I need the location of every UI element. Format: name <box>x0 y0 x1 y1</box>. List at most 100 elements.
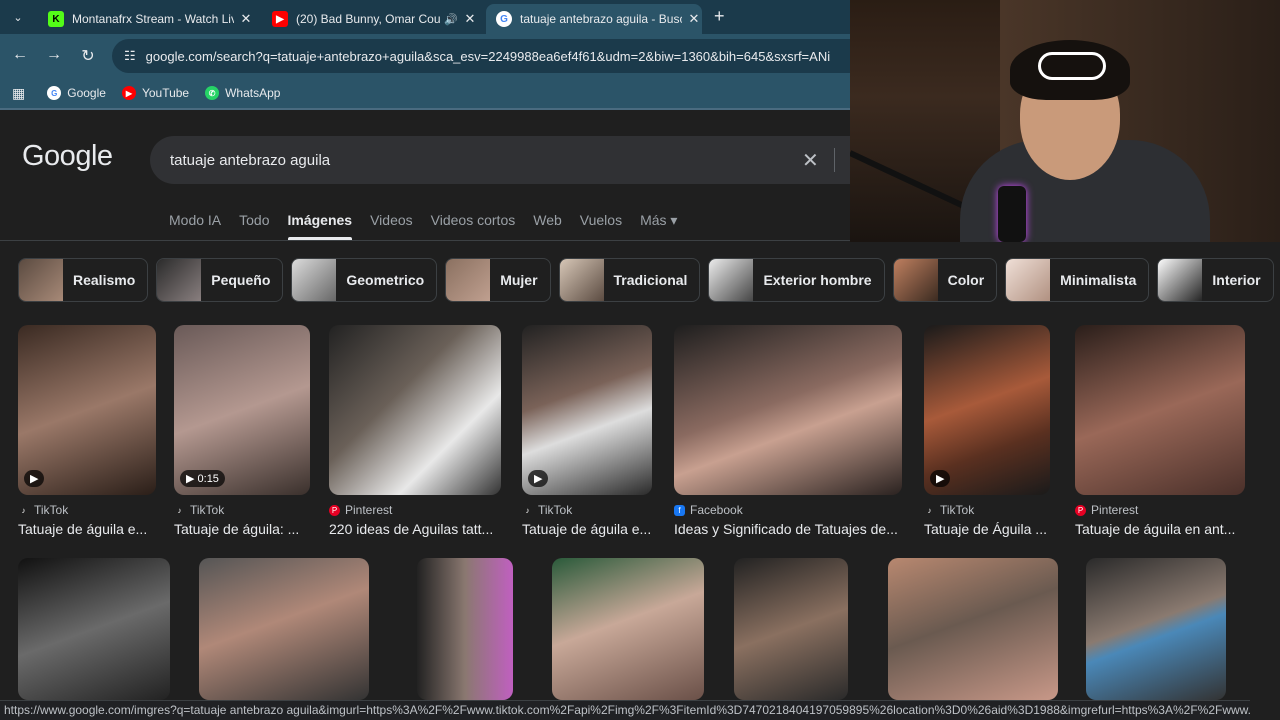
result-card[interactable]: ▶ 0:15 ♪ TikTok Tatuaje de águila: ... <box>174 325 310 537</box>
chip-interior[interactable]: Interior <box>1157 258 1274 302</box>
new-tab-icon[interactable]: + <box>714 6 725 27</box>
close-icon[interactable]: ✕ <box>686 11 702 27</box>
chip-label: Realismo <box>73 272 136 288</box>
result-image[interactable] <box>888 558 1058 700</box>
result-title[interactable]: Tatuaje de águila e... <box>522 521 652 537</box>
speaker-icon[interactable]: 🔊 <box>444 13 458 26</box>
result-image[interactable] <box>417 558 513 700</box>
tiktok-icon: ♪ <box>927 505 932 515</box>
tab-montanafrx[interactable]: K Montanafrx Stream - Watch Live ✕ <box>38 4 254 34</box>
divider <box>0 108 850 110</box>
result-source: P Pinterest <box>329 503 501 517</box>
chip-geometrico[interactable]: Geometrico <box>291 258 438 302</box>
bookmark-label: YouTube <box>141 86 190 100</box>
tiktok-icon: ♪ <box>525 505 530 515</box>
tab-mas[interactable]: Más ▾ <box>640 212 677 229</box>
sunglasses-icon <box>1038 52 1106 80</box>
close-icon[interactable]: ✕ <box>462 11 478 27</box>
back-icon[interactable]: ← <box>10 46 30 64</box>
whatsapp-icon: ✆ <box>205 86 220 100</box>
result-image[interactable] <box>1086 558 1226 700</box>
mic-arm <box>850 150 970 211</box>
search-input[interactable]: tatuaje antebrazo aguila ✕ <box>150 136 850 184</box>
site-info-icon[interactable]: ☷ <box>124 48 136 64</box>
result-source: f Facebook <box>674 503 902 517</box>
clear-icon[interactable]: ✕ <box>802 148 819 173</box>
url-text: google.com/search?q=tatuaje+antebrazo+ag… <box>145 48 831 64</box>
tab-videos[interactable]: Videos <box>370 212 413 229</box>
youtube-icon: ▶ <box>272 11 288 27</box>
result-title[interactable]: Tatuaje de águila e... <box>18 521 156 537</box>
forward-icon[interactable]: → <box>44 46 64 64</box>
bookmark-google[interactable]: G Google <box>47 86 106 100</box>
result-image[interactable] <box>734 558 848 700</box>
result-image[interactable] <box>329 325 501 495</box>
google-logo[interactable]: Google <box>22 140 113 173</box>
chip-thumbnail <box>559 259 604 301</box>
play-icon: ▶ 0:15 <box>180 470 225 487</box>
result-card[interactable]: P Pinterest 220 ideas de Aguilas tatt... <box>329 325 501 537</box>
tab-web[interactable]: Web <box>533 212 562 229</box>
result-source: ♪ TikTok <box>924 503 1050 517</box>
result-card[interactable]: ▶ ♪ TikTok Tatuaje de águila e... <box>522 325 652 537</box>
result-image[interactable] <box>552 558 704 700</box>
result-card[interactable]: ▶ ♪ TikTok Tatuaje de Águila ... <box>924 325 1050 537</box>
result-title[interactable]: Ideas y Significado de Tatuajes de... <box>674 521 902 537</box>
chip-minimalista[interactable]: Minimalista <box>1005 258 1150 302</box>
result-title[interactable]: Tatuaje de águila: ... <box>174 521 310 537</box>
source-label: Facebook <box>690 503 743 517</box>
tab-videos-cortos[interactable]: Videos cortos <box>431 212 516 229</box>
result-title[interactable]: Tatuaje de Águila ... <box>924 521 1050 537</box>
bookmark-label: Google <box>67 86 106 100</box>
tab-bad-bunny[interactable]: ▶ (20) Bad Bunny, Omar Courtz 🔊 ✕ <box>262 4 478 34</box>
tab-search-icon[interactable]: ⌄ <box>6 7 30 27</box>
bookmark-whatsapp[interactable]: ✆ WhatsApp <box>205 86 280 100</box>
source-label: TikTok <box>190 503 225 517</box>
facebook-icon: f <box>674 504 685 516</box>
search-query: tatuaje antebrazo aguila <box>170 151 331 169</box>
result-image[interactable] <box>18 558 170 700</box>
kick-icon: K <box>48 11 64 27</box>
tab-modo-ia[interactable]: Modo IA <box>169 212 221 229</box>
result-image[interactable] <box>674 325 902 495</box>
result-title[interactable]: 220 ideas de Aguilas tatt... <box>329 521 501 537</box>
result-image[interactable] <box>1075 325 1245 495</box>
chip-mujer[interactable]: Mujer <box>445 258 551 302</box>
close-icon[interactable]: ✕ <box>238 11 254 27</box>
result-image[interactable]: ▶ <box>18 325 156 495</box>
play-icon: ▶ <box>528 470 549 487</box>
play-icon: ▶ <box>24 470 45 487</box>
tab-todo[interactable]: Todo <box>239 212 269 229</box>
chip-thumbnail <box>709 259 754 301</box>
chip-realismo[interactable]: Realismo <box>18 258 149 302</box>
result-source: ♪ TikTok <box>174 503 310 517</box>
chip-thumbnail <box>893 259 938 301</box>
bookmark-youtube[interactable]: ▶ YouTube <box>121 86 190 100</box>
chip-pequeno[interactable]: Pequeño <box>156 258 284 302</box>
address-bar[interactable]: ☷ google.com/search?q=tatuaje+antebrazo+… <box>112 39 872 73</box>
result-image[interactable]: ▶ <box>522 325 652 495</box>
source-label: TikTok <box>34 503 69 517</box>
result-image[interactable] <box>199 558 369 700</box>
status-url: https://www.google.com/imgres?q=tatuaje … <box>0 700 1250 720</box>
result-card[interactable]: P Pinterest Tatuaje de águila en ant... <box>1075 325 1245 537</box>
chip-label: Exterior hombre <box>763 272 872 288</box>
tab-google-search[interactable]: G tatuaje antebrazo aguila - Buscar ✕ <box>486 4 702 34</box>
tab-vuelos[interactable]: Vuelos <box>580 212 622 229</box>
result-title[interactable]: Tatuaje de águila en ant... <box>1075 521 1245 537</box>
chip-exterior-hombre[interactable]: Exterior hombre <box>708 258 885 302</box>
google-icon: G <box>496 11 512 27</box>
result-image[interactable]: ▶ 0:15 <box>174 325 310 495</box>
reload-icon[interactable]: ↻ <box>78 46 98 66</box>
tab-imagenes[interactable]: Imágenes <box>287 212 352 240</box>
result-source: P Pinterest <box>1075 503 1245 517</box>
bookmark-label: WhatsApp <box>225 86 281 100</box>
chip-tradicional[interactable]: Tradicional <box>558 258 701 302</box>
source-label: Pinterest <box>345 503 393 517</box>
result-card[interactable]: f Facebook Ideas y Significado de Tatuaje… <box>674 325 902 537</box>
divider <box>834 148 835 172</box>
apps-grid-icon[interactable]: ▦ <box>12 85 25 102</box>
result-image[interactable]: ▶ <box>924 325 1050 495</box>
chip-color[interactable]: Color <box>892 258 998 302</box>
result-card[interactable]: ▶ ♪ TikTok Tatuaje de águila e... <box>18 325 156 537</box>
